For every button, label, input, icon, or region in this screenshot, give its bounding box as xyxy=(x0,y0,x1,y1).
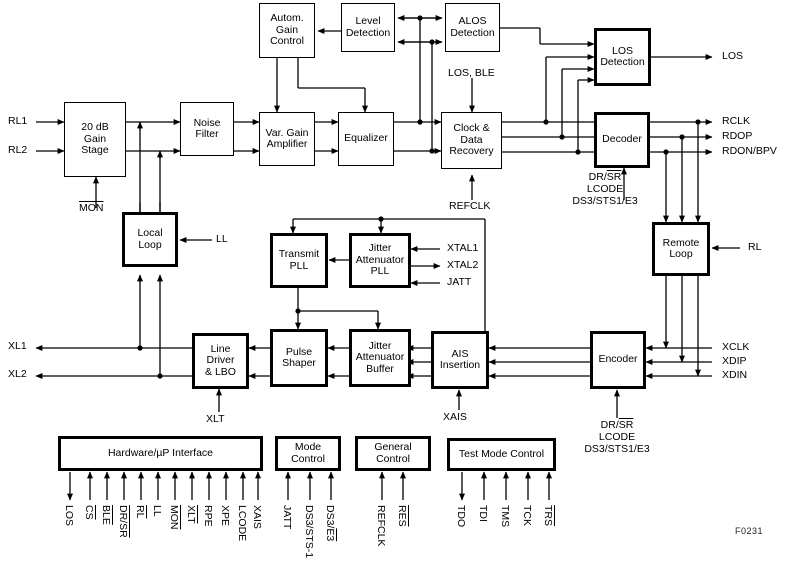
label-xdin: XDIN xyxy=(722,369,748,381)
block-noise-filter[interactable]: Noise Filter xyxy=(180,102,234,156)
block-local-loop[interactable]: Local Loop xyxy=(122,212,178,267)
block-line-driver-lbo[interactable]: Line Driver & LBO xyxy=(192,333,249,389)
label-decoder-cfg-line1: DR/SR xyxy=(588,171,622,183)
label-encoder-cfg-line3: DS3/STS1/E3 xyxy=(584,443,650,455)
block-automatic-gain-control[interactable]: Autom. Gain Control xyxy=(259,3,315,58)
block-decoder[interactable]: Decoder xyxy=(594,112,650,168)
label-encoder-cfg-line1: DR/SR xyxy=(600,419,634,431)
label-xtal1: XTAL1 xyxy=(447,242,479,254)
label-ll: LL xyxy=(216,233,228,245)
pin-label-tdi: TDI xyxy=(477,505,489,522)
block-var-gain-amplifier[interactable]: Var. Gain Amplifier xyxy=(259,112,315,166)
block-pulse-shaper[interactable]: Pulse Shaper xyxy=(270,329,328,387)
pin-label-trs: TRS xyxy=(542,505,554,526)
label-mon: MON xyxy=(79,202,104,214)
pin-label-xpe: XPE xyxy=(219,505,231,527)
label-xl1: XL1 xyxy=(8,340,27,352)
pin-label-xais: XAIS xyxy=(251,505,263,529)
figure-id: F0231 xyxy=(735,526,764,536)
block-encoder[interactable]: Encoder xyxy=(590,331,646,389)
pin-label-ll: LL xyxy=(151,505,163,517)
pin-label-lcode: LCODE xyxy=(236,505,248,542)
block-gain-stage[interactable]: 20 dB Gain Stage xyxy=(64,102,126,177)
label-rclk: RCLK xyxy=(722,115,751,127)
block-ais-insertion[interactable]: AIS Insertion xyxy=(431,331,489,389)
label-rdon-bpv: RDON/BPV xyxy=(722,145,777,157)
pin-label-los: LOS xyxy=(63,505,75,527)
pin-label-refclk: REFCLK xyxy=(375,505,387,547)
pin-label-tms: TMS xyxy=(499,505,511,528)
block-diagram-canvas: 20 dB Gain Stage Noise Filter Var. Gain … xyxy=(0,0,788,574)
block-test-mode-control[interactable]: Test Mode Control xyxy=(447,438,556,471)
block-jitter-attenuator-buffer[interactable]: Jitter Attenuator Buffer xyxy=(349,329,411,387)
label-encoder-cfg-line2: LCODE xyxy=(598,431,636,443)
block-remote-loop[interactable]: Remote Loop xyxy=(652,222,710,276)
label-xdip: XDIP xyxy=(722,355,747,367)
label-xclk: XCLK xyxy=(722,341,750,353)
block-los-detection[interactable]: LOS Detection xyxy=(594,28,651,86)
block-hardware-up-interface[interactable]: Hardware/µP Interface xyxy=(58,436,263,471)
pin-label-res: RES xyxy=(396,505,408,527)
block-clock-data-recovery[interactable]: Clock & Data Recovery xyxy=(441,112,502,169)
label-decoder-cfg-line2: LCODE xyxy=(586,183,624,195)
block-jitter-attenuator-pll[interactable]: Jitter Attenuator PLL xyxy=(349,233,411,288)
label-xl2: XL2 xyxy=(8,368,27,380)
block-mode-control[interactable]: Mode Control xyxy=(275,436,341,471)
pin-label-rl: RL xyxy=(134,505,146,519)
label-rl: RL xyxy=(748,241,762,253)
pin-label-xlt: XLT xyxy=(185,505,197,524)
block-equalizer[interactable]: Equalizer xyxy=(338,112,394,166)
label-xlt: XLT xyxy=(206,413,225,425)
pin-label-jatt: JATT xyxy=(281,505,293,530)
label-jatt: JATT xyxy=(447,276,472,288)
pin-label-cs: CS xyxy=(83,505,95,520)
pin-label-ds3-e3: DS3/E3 xyxy=(324,505,336,542)
pin-label-ble: BLE xyxy=(100,505,112,525)
label-los-output: LOS xyxy=(722,50,744,62)
label-rdop: RDOP xyxy=(722,130,753,142)
block-transmit-pll[interactable]: Transmit PLL xyxy=(270,233,328,288)
label-decoder-cfg-line3: DS3/STS1/E3 xyxy=(572,195,638,207)
pin-label-tdo: TDO xyxy=(455,505,467,528)
label-rl1: RL1 xyxy=(8,115,28,127)
pin-label-tck: TCK xyxy=(521,505,533,526)
pin-label-dr-sr: DR/SR xyxy=(117,505,129,538)
label-refclk: REFCLK xyxy=(449,200,491,212)
block-general-control[interactable]: General Control xyxy=(355,436,431,471)
block-level-detection[interactable]: Level Detection xyxy=(341,3,395,52)
pin-label-ds3-sts1: DS3/STS-1 xyxy=(303,505,315,559)
label-xais: XAIS xyxy=(443,411,467,423)
pin-label-rpe: RPE xyxy=(202,505,214,527)
pin-label-mon: MON xyxy=(168,505,180,530)
label-rl2: RL2 xyxy=(8,144,28,156)
block-alos-detection[interactable]: ALOS Detection xyxy=(445,3,500,52)
label-los-ble: LOS, BLE xyxy=(448,67,495,79)
label-xtal2: XTAL2 xyxy=(447,259,479,271)
